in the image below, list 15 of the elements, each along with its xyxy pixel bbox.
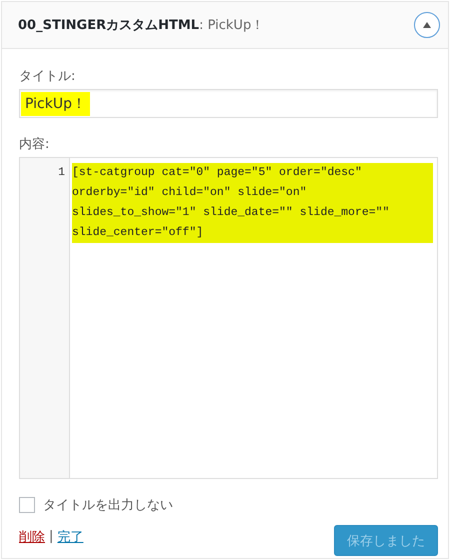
collapse-toggle-button[interactable] <box>414 12 440 38</box>
input-value: PickUp！ <box>21 92 90 116</box>
code-editor[interactable]: 1 [st-catgroup cat="0" page="5" order="desc" orderby="id" child="on" slide="on" slides_to_show="1" slide_date="" slide_more="" slide_center="off"] <box>19 157 438 479</box>
up-triangle-icon <box>422 21 432 29</box>
widget-title: 00_STINGERカスタムHTML <box>18 18 200 33</box>
field-label: 内容: <box>19 136 50 153</box>
line-number: 1 <box>57 165 66 181</box>
done-link[interactable]: 完了 <box>57 528 84 546</box>
title-input-field[interactable]: PickUp！ <box>19 89 438 118</box>
field-label: タイトル: <box>19 68 76 85</box>
delete-link[interactable]: 削除 <box>19 528 45 546</box>
checkbox-label: タイトルを出力しない <box>43 497 173 514</box>
widget-subtitle: : PickUp！ <box>199 18 264 33</box>
separator: | <box>49 529 54 544</box>
checkbox[interactable] <box>19 497 35 513</box>
